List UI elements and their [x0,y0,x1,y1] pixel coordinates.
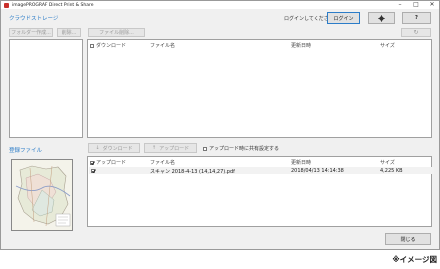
minimize-icon[interactable]: – [395,1,405,9]
delete-folder-button[interactable]: 削除... [57,28,81,37]
download-button[interactable]: ↓ ダウンロード [88,143,140,153]
window-controls: – □ ✕ [395,1,437,9]
title-bar: imagePROGRAF Direct Print & Share – □ ✕ [1,1,439,9]
row-upload-checkbox[interactable] [91,168,95,173]
registered-filename-column-header[interactable]: ファイル名 [150,159,175,166]
refresh-icon: ↻ [413,29,419,36]
delete-file-button[interactable]: ファイル削除... [88,28,145,37]
upload-column-header[interactable]: アップロード [90,159,126,166]
registered-files-label: 登録ファイル [9,148,43,154]
folder-tree-panel[interactable] [9,39,83,138]
settings-button[interactable] [368,12,395,24]
new-folder-button[interactable]: フォルダー作成... [9,28,53,37]
close-icon[interactable]: ✕ [427,1,437,9]
registered-file-list[interactable]: アップロード ファイル名 更新日時 サイズ スキャン 2018-4-13 (14… [87,156,434,227]
maximize-icon[interactable]: □ [411,1,421,9]
upload-button[interactable]: ↑ アップロード [144,143,197,153]
file-preview-thumbnail [11,159,73,231]
select-all-upload-checkbox[interactable] [90,160,94,165]
upload-arrow-icon: ↑ [151,145,157,151]
image-caption: ※イメージ図 [392,255,437,264]
download-arrow-icon: ↓ [95,145,100,151]
registered-updated-column-header[interactable]: 更新日時 [291,159,311,166]
size-column-header[interactable]: サイズ [380,42,395,49]
upload-button-label: アップロード [159,145,190,152]
registered-size-column-header[interactable]: サイズ [380,159,395,166]
download-button-label: ダウンロード [102,145,133,152]
cloud-storage-label: クラウドストレージ [9,16,59,22]
filename-column-header[interactable]: ファイル名 [150,42,175,49]
close-button[interactable]: 閉じる [385,233,431,245]
share-on-upload-option[interactable]: アップロード時に共有設定する [203,145,279,152]
row-upload-checkbox-cell[interactable] [91,168,97,174]
download-column-header[interactable]: ダウンロード [90,42,126,49]
cloud-file-list[interactable]: ダウンロード ファイル名 更新日時 サイズ [87,39,432,138]
row-filename: スキャン 2018-4-13 (14,14,27).pdf [150,169,235,175]
updated-column-header[interactable]: 更新日時 [291,42,311,49]
map-preview-image [12,160,72,230]
app-logo-icon [4,2,9,8]
gear-icon [378,14,385,22]
help-button[interactable]: ? [402,12,431,24]
select-all-download-checkbox[interactable] [90,43,94,48]
share-on-upload-label: アップロード時に共有設定する [209,146,280,152]
window-title: imagePROGRAF Direct Print & Share [12,2,94,8]
row-updated: 2018/04/13 14:14:38 [291,168,344,174]
login-button[interactable]: ログイン [327,12,360,24]
share-on-upload-checkbox[interactable] [203,146,207,151]
refresh-button[interactable]: ↻ [401,28,431,37]
row-size: 4,225 KB [380,168,403,174]
app-window: imagePROGRAF Direct Print & Share – □ ✕ … [0,0,440,250]
upload-column-label: アップロード [96,160,127,166]
download-column-label: ダウンロード [96,43,127,49]
